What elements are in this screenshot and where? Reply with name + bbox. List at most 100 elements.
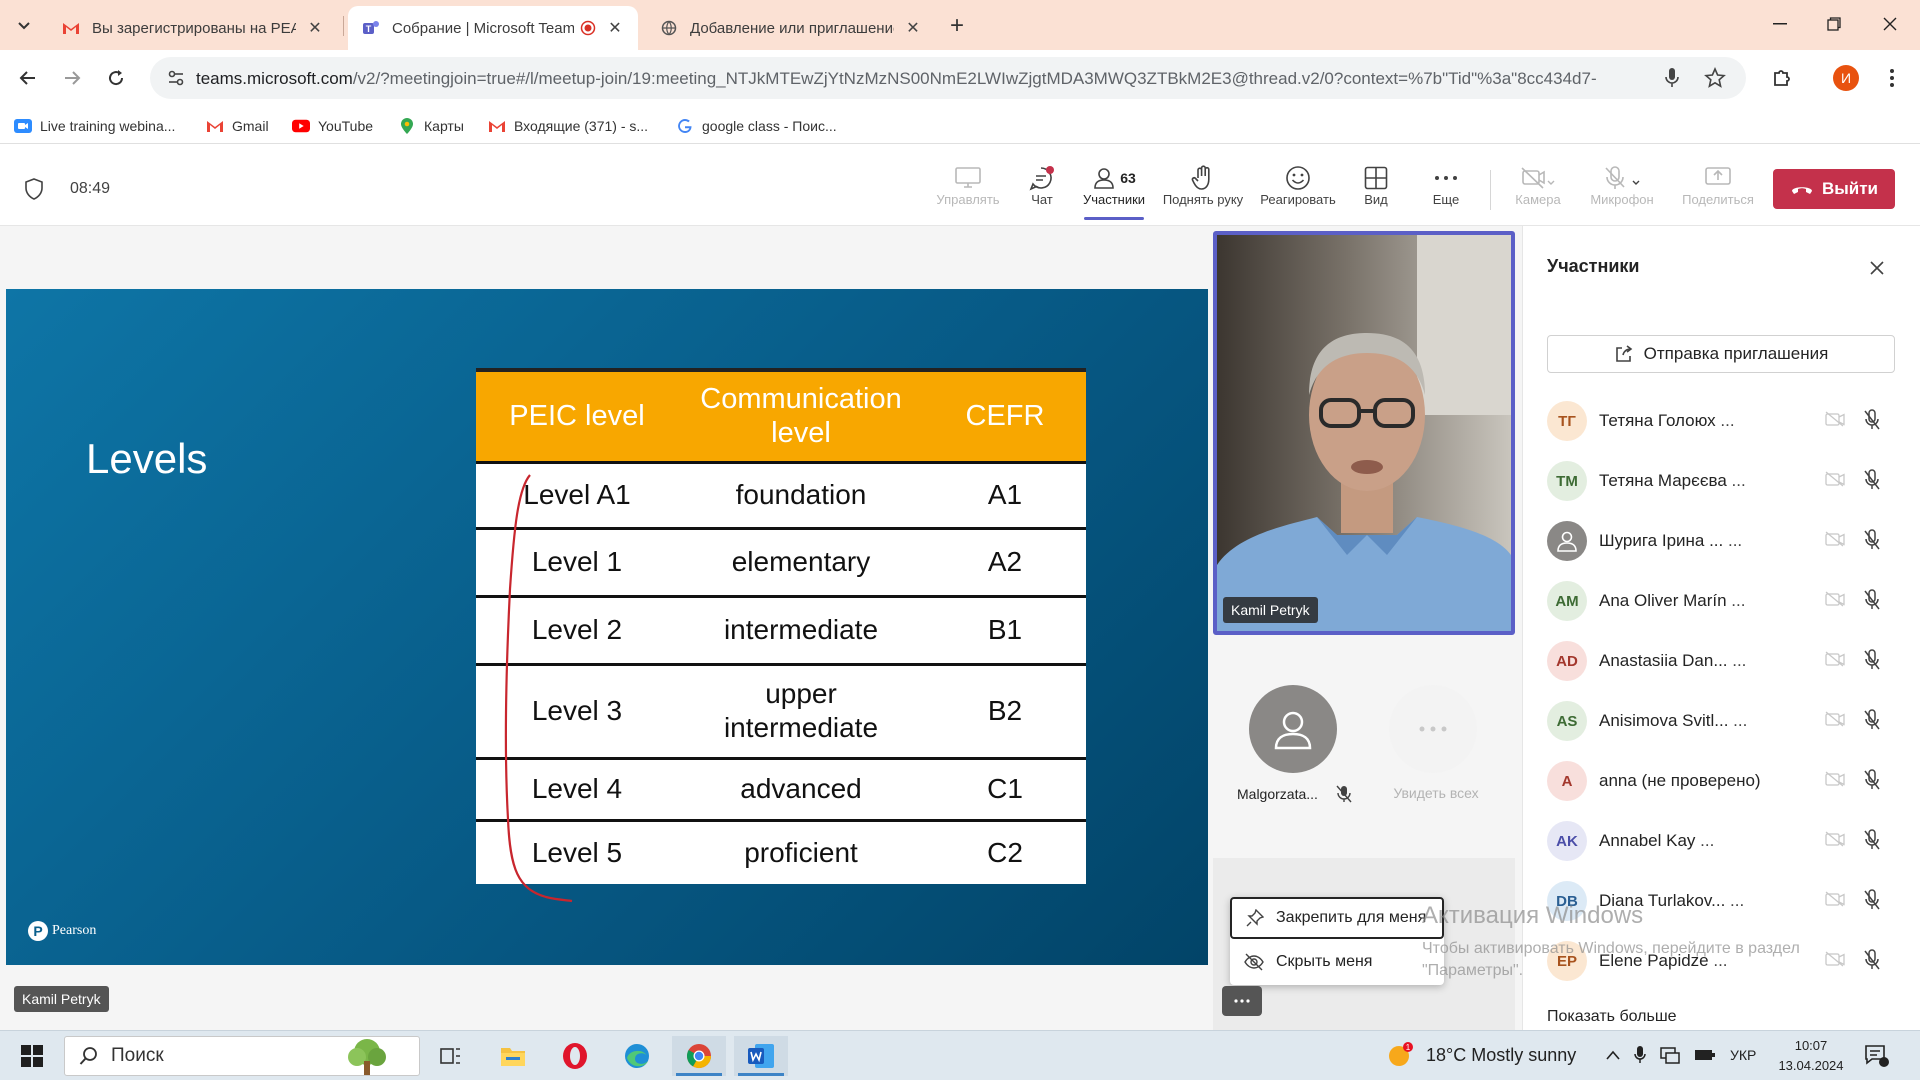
bookmark-youtube[interactable]: YouTube <box>292 116 373 136</box>
minimize-button[interactable] <box>1752 0 1808 48</box>
more-options-icon[interactable]: ... <box>1728 711 1747 730</box>
bookmark-inbox[interactable]: Входящие (371) - s... <box>488 116 648 136</box>
participant-row[interactable]: AK Annabel Kay ... <box>1523 811 1920 871</box>
start-button[interactable] <box>4 1036 60 1076</box>
close-icon[interactable]: ✕ <box>904 19 922 37</box>
bookmark-label: Входящие (371) - s... <box>514 118 649 134</box>
more-options-icon[interactable]: ... <box>1728 651 1746 670</box>
react-button[interactable]: Реагировать <box>1256 164 1340 220</box>
reload-button[interactable] <box>100 62 132 94</box>
language-indicator[interactable]: УКР <box>1730 1047 1756 1063</box>
profile-button[interactable]: И <box>1830 62 1862 94</box>
chevron-up-icon[interactable] <box>1606 1050 1620 1060</box>
browser-tab-invite[interactable]: Добавление или приглашение ✕ <box>646 6 936 50</box>
participant-row[interactable]: ТМ Тетяна Марєєва ... <box>1523 451 1920 511</box>
weather-widget[interactable]: 1 18°C Mostly sunny <box>1386 1041 1576 1069</box>
opera-button[interactable] <box>548 1036 602 1076</box>
taskbar-clock[interactable]: 10:07 13.04.2024 <box>1778 1036 1844 1076</box>
shield-icon[interactable] <box>24 178 44 200</box>
tab-search-dropdown[interactable] <box>10 12 38 38</box>
bookmark-gmail[interactable]: Gmail <box>206 116 269 136</box>
participant-row[interactable]: ТГ Тетяна Голоюх ... <box>1523 391 1920 451</box>
participant-row[interactable]: AD Anastasiia Dan... ... <box>1523 631 1920 691</box>
participant-row[interactable]: Aanna (не проверено) <box>1523 751 1920 811</box>
see-all-button[interactable] <box>1389 685 1477 773</box>
forward-button[interactable] <box>56 62 88 94</box>
participant-row[interactable]: AM Ana Oliver Marín ... <box>1523 571 1920 631</box>
notifications-button[interactable] <box>1864 1043 1890 1069</box>
raise-hand-button[interactable]: Поднять руку <box>1158 164 1248 220</box>
participant-name: Anastasiia Dan... ... <box>1599 651 1746 671</box>
microphone-icon[interactable] <box>1634 1045 1646 1065</box>
microphone-button[interactable]: Микрофон <box>1584 164 1660 220</box>
url-host: teams.microsoft.com <box>196 69 353 88</box>
mic-off-icon <box>1336 785 1352 803</box>
participant-name-text: Шурига Ірина ... <box>1599 531 1724 550</box>
participant-row[interactable]: Шурига Ірина ... ... <box>1523 511 1920 571</box>
browser-menu-button[interactable] <box>1876 62 1908 94</box>
bookmark-live-training[interactable]: Live training webina... <box>14 116 175 136</box>
task-view-button[interactable] <box>424 1036 478 1076</box>
task-view-icon <box>440 1048 460 1064</box>
video-tile[interactable]: Kamil Petryk <box>1213 231 1515 635</box>
close-icon[interactable]: ✕ <box>306 19 324 37</box>
panel-close-button[interactable] <box>1865 256 1889 280</box>
table-cell: foundation <box>678 460 924 528</box>
participant-count: 63 <box>1120 170 1136 186</box>
window-close-button[interactable] <box>1862 0 1918 48</box>
site-settings-icon[interactable] <box>166 68 186 88</box>
taskbar-search[interactable]: Поиск <box>64 1036 420 1076</box>
participant-row[interactable]: DB Diana Turlakov... ... <box>1523 871 1920 931</box>
more-options-icon[interactable]: ... <box>1727 591 1745 610</box>
send-invite-button[interactable]: Отправка приглашения <box>1547 335 1895 373</box>
pin-for-me-item[interactable]: Закрепить для меня <box>1230 897 1444 939</box>
camera-button[interactable]: Камера <box>1500 164 1576 220</box>
share-button[interactable]: Поделиться <box>1680 164 1756 220</box>
avatar: AK <box>1547 821 1587 861</box>
mic-off-icon <box>1863 649 1881 671</box>
battery-icon[interactable] <box>1694 1048 1716 1062</box>
network-icon[interactable] <box>1660 1046 1680 1064</box>
participant-gallery: Malgorzata... Увидеть всех <box>1213 650 1515 860</box>
hang-up-icon <box>1791 187 1812 194</box>
bookmark-maps[interactable]: Карты <box>398 116 464 136</box>
chrome-button[interactable] <box>672 1036 726 1076</box>
more-options-icon[interactable]: ... <box>1723 531 1742 550</box>
svg-text:1: 1 <box>1406 1043 1411 1052</box>
more-button[interactable]: Еще <box>1408 164 1484 220</box>
hide-me-item[interactable]: Скрыть меня <box>1230 941 1444 983</box>
more-options-icon[interactable]: ... <box>1695 831 1714 850</box>
more-options-icon[interactable]: ... <box>1716 411 1734 430</box>
word-button[interactable] <box>734 1036 788 1076</box>
browser-tab-gmail[interactable]: Вы зарегистрированы на PEAR ✕ <box>48 6 338 50</box>
chat-button[interactable]: Чат <box>1004 164 1080 220</box>
participant-row[interactable]: AS Anisimova Svitl... ... <box>1523 691 1920 751</box>
show-more-link[interactable]: Показать больше <box>1547 1008 1677 1026</box>
chrome-icon <box>686 1044 711 1069</box>
bookmark-google-class[interactable]: google class - Поис... <box>676 116 837 136</box>
bookmark-star-icon[interactable] <box>1704 67 1726 89</box>
participants-button[interactable]: 63 Участники <box>1076 164 1152 220</box>
browser-tab-teams[interactable]: T Собрание | Microsoft Teams ✕ <box>348 6 638 50</box>
extensions-button[interactable] <box>1766 62 1798 94</box>
restore-button[interactable] <box>1806 0 1862 48</box>
more-options-icon[interactable]: ... <box>1709 951 1727 970</box>
edge-button[interactable] <box>610 1036 664 1076</box>
leave-button[interactable]: Выйти <box>1773 169 1895 209</box>
more-options-icon[interactable]: ... <box>1725 891 1744 910</box>
microphone-icon[interactable] <box>1664 67 1680 89</box>
view-button[interactable]: Вид <box>1338 164 1414 220</box>
more-options-icon[interactable]: ... <box>1727 471 1746 490</box>
toolbar-divider <box>1490 170 1491 210</box>
share-label: Поделиться <box>1682 192 1754 207</box>
gallery-tile[interactable] <box>1249 685 1339 773</box>
manage-button[interactable]: Управлять <box>930 164 1006 220</box>
close-icon[interactable]: ✕ <box>606 19 624 37</box>
address-bar[interactable]: teams.microsoft.com/v2/?meetingjoin=true… <box>150 57 1746 99</box>
new-tab-button[interactable]: + <box>943 12 971 40</box>
back-button[interactable] <box>12 62 44 94</box>
participant-row[interactable]: EP Elene Papidze ... <box>1523 931 1920 991</box>
more-options-button[interactable] <box>1222 986 1262 1016</box>
file-explorer-button[interactable] <box>486 1036 540 1076</box>
bookmark-label: Gmail <box>232 118 269 134</box>
